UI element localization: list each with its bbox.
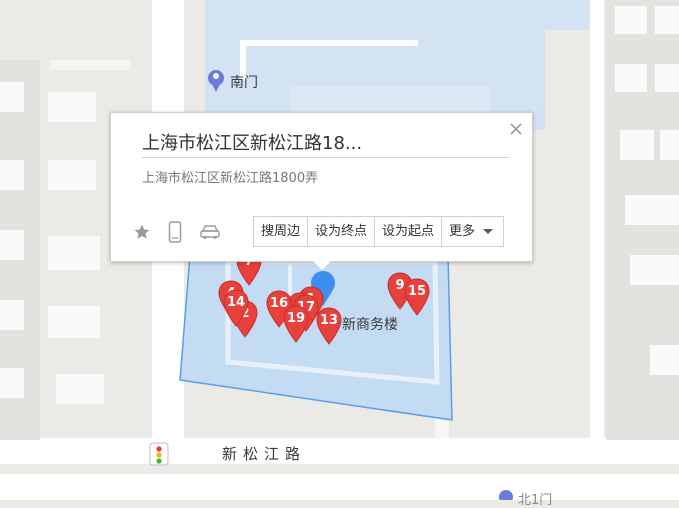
poi-label-north-gate[interactable]: 北1门 <box>518 489 552 508</box>
set-origin-button[interactable]: 设为起点 <box>375 217 443 246</box>
marker-label: 15 <box>407 284 427 299</box>
popup-pointer <box>311 259 333 270</box>
chevron-down-icon <box>483 229 494 234</box>
popup-divider <box>142 157 509 158</box>
map-marker[interactable]: 19 <box>283 305 309 343</box>
search-nearby-label: 搜周边 <box>261 224 301 239</box>
info-popup: 上海市松江区新松江路18... 上海市松江区新松江路1800弄 搜周边 设为终点… <box>110 112 533 270</box>
poi-label-south-gate[interactable]: 南门 <box>230 72 258 92</box>
car-icon[interactable] <box>199 223 221 245</box>
close-icon[interactable] <box>508 121 524 137</box>
popup-address: 上海市松江区新松江路1800弄 <box>142 171 319 186</box>
phone-icon[interactable] <box>168 221 182 247</box>
marker-label: 14 <box>226 295 246 310</box>
more-label: 更多 <box>449 224 476 239</box>
map-marker[interactable]: 14 <box>223 289 249 327</box>
traffic-light-icon <box>149 442 169 466</box>
marker-label: 13 <box>319 313 339 328</box>
set-origin-label: 设为起点 <box>382 224 435 239</box>
more-dropdown-button[interactable]: 更多 <box>442 217 503 246</box>
map-marker[interactable]: 13 <box>316 307 342 345</box>
set-destination-label: 设为终点 <box>315 224 368 239</box>
road-label: 新松江路 <box>222 445 307 463</box>
popup-title: 上海市松江区新松江路18... <box>142 133 363 154</box>
star-icon[interactable] <box>133 223 151 245</box>
marker-label: 19 <box>286 311 306 326</box>
set-destination-button[interactable]: 设为终点 <box>308 217 376 246</box>
map-marker[interactable]: 15 <box>404 278 430 316</box>
popup-action-bar: 搜周边 设为终点 设为起点 更多 <box>253 216 505 247</box>
search-nearby-button[interactable]: 搜周边 <box>254 217 309 246</box>
building-label: 新商务楼 <box>342 317 398 333</box>
